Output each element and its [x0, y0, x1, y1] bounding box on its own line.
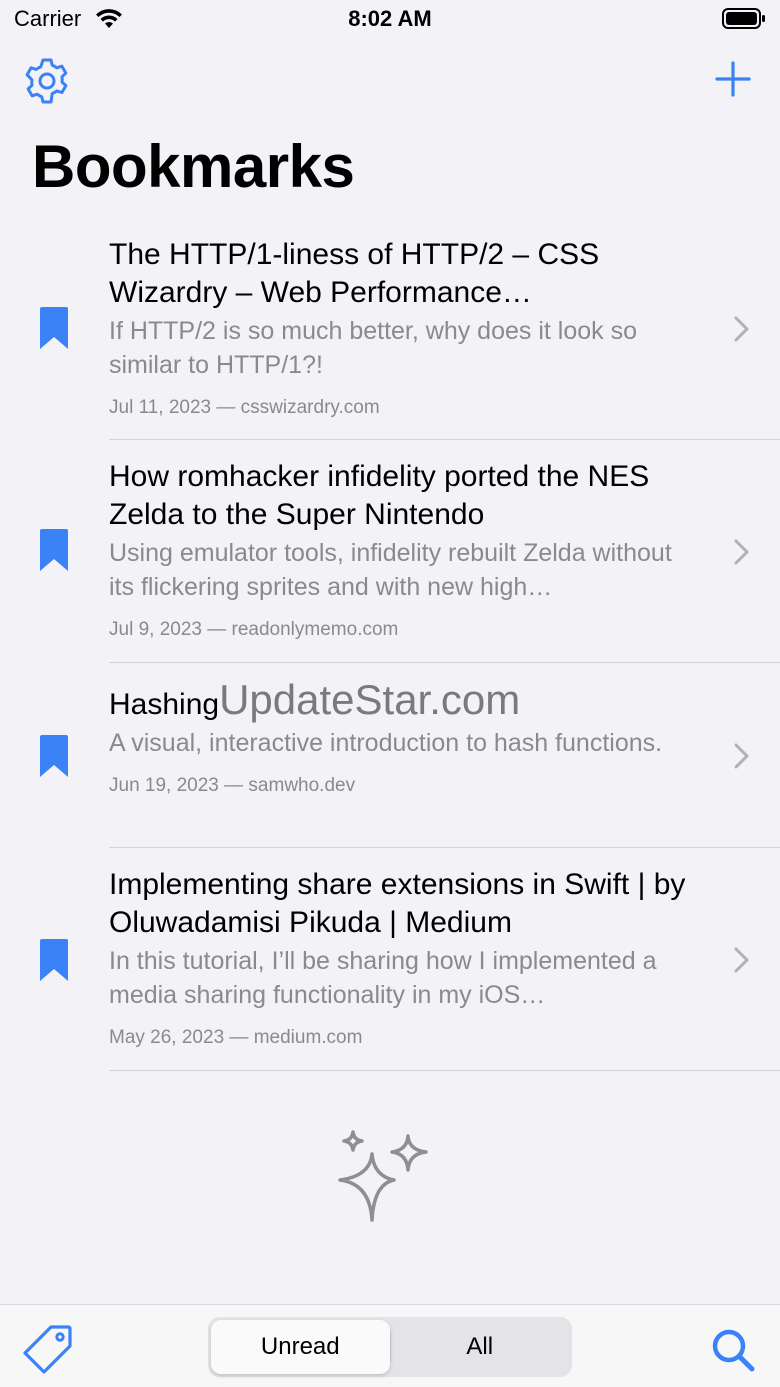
- list-item[interactable]: How romhacker infidelity ported the NES …: [0, 440, 780, 663]
- segment-all[interactable]: All: [391, 1320, 570, 1374]
- row-separator: [109, 1070, 780, 1071]
- list-item[interactable]: Implementing share extensions in Swift |…: [0, 848, 780, 1071]
- status-bar: Carrier 8:02 AM: [0, 0, 780, 40]
- filter-segmented-control[interactable]: Unread All: [208, 1317, 572, 1377]
- bookmark-description: If HTTP/2 is so much better, why does it…: [109, 317, 637, 379]
- plus-icon: [715, 61, 751, 97]
- tag-icon: [23, 1325, 72, 1374]
- bookmark-title: How romhacker infidelity ported the NES …: [109, 460, 650, 531]
- bookmark-title: HashingUpdateStar.com: [109, 679, 699, 724]
- bookmark-title: Implementing share extensions in Swift |…: [109, 868, 686, 939]
- settings-button[interactable]: [22, 56, 72, 106]
- add-button[interactable]: [710, 56, 756, 102]
- page-title: Bookmarks: [32, 133, 355, 200]
- segment-unread[interactable]: Unread: [211, 1320, 390, 1374]
- bookmark-icon: [40, 307, 68, 349]
- sparkles-icon: [338, 1130, 428, 1222]
- chevron-right-icon: [734, 316, 749, 342]
- bookmark-title: The HTTP/1-liness of HTTP/2 – CSS Wizard…: [109, 238, 600, 309]
- search-icon: [712, 1329, 755, 1372]
- chevron-right-icon: [734, 947, 749, 973]
- bookmark-meta: May 26, 2023 — medium.com: [109, 1027, 363, 1048]
- gear-icon: [25, 58, 68, 104]
- bookmark-description: A visual, interactive introduction to ha…: [109, 729, 663, 757]
- bookmark-meta: Jul 11, 2023 — csswizardry.com: [109, 397, 380, 418]
- bookmark-icon: [40, 939, 68, 981]
- list-item[interactable]: HashingUpdateStar.com A visual, interact…: [0, 663, 780, 848]
- bookmark-description: Using emulator tools, infidelity rebuilt…: [109, 539, 672, 601]
- status-time: 8:02 AM: [348, 6, 432, 31]
- bookmark-meta: Jun 19, 2023 — samwho.dev: [109, 775, 356, 796]
- battery-icon: [722, 8, 765, 29]
- bookmark-description: In this tutorial, I’ll be sharing how I …: [109, 947, 657, 1009]
- bookmark-list: The HTTP/1-liness of HTTP/2 – CSS Wizard…: [0, 222, 780, 1071]
- bookmark-title-text: Hashing: [109, 688, 220, 721]
- bottom-toolbar: Unread All: [0, 1304, 780, 1387]
- chevron-right-icon: [734, 743, 749, 769]
- search-button[interactable]: [708, 1325, 758, 1375]
- list-item[interactable]: The HTTP/1-liness of HTTP/2 – CSS Wizard…: [0, 222, 780, 440]
- bookmark-meta: Jul 9, 2023 — readonlymemo.com: [109, 619, 399, 640]
- watermark-text: UpdateStar.com: [219, 676, 521, 723]
- tags-button[interactable]: [22, 1323, 74, 1375]
- chevron-right-icon: [734, 539, 749, 565]
- bookmark-icon: [40, 529, 68, 571]
- bookmark-icon: [40, 735, 68, 777]
